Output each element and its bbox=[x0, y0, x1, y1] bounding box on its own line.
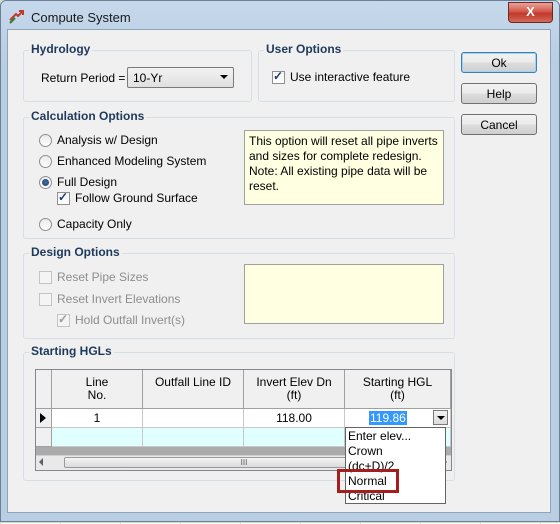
hold-outfall-label: Hold Outfall Invert(s) bbox=[75, 313, 186, 327]
design-options-title: Design Options bbox=[29, 245, 122, 259]
starting-hgls-title: Starting HGLs bbox=[29, 344, 114, 358]
col-header-starting-hgl[interactable]: Starting HGL (ft) bbox=[345, 370, 451, 409]
window-title: Compute System bbox=[31, 10, 131, 25]
new-row-cell[interactable] bbox=[244, 428, 345, 447]
chevron-down-icon bbox=[220, 75, 228, 79]
reset-pipe-label: Reset Pipe Sizes bbox=[57, 270, 149, 284]
design-note-empty bbox=[244, 264, 444, 324]
full-design-label: Full Design bbox=[57, 175, 118, 189]
hydrology-title: Hydrology bbox=[29, 42, 93, 56]
ok-button[interactable]: Ok bbox=[461, 52, 537, 73]
grid-corner bbox=[36, 370, 52, 409]
cell-line-no[interactable]: 1 bbox=[52, 409, 143, 428]
radio-capacity-only[interactable] bbox=[39, 218, 52, 231]
follow-ground-checkbox[interactable] bbox=[57, 190, 70, 205]
app-icon bbox=[9, 10, 24, 24]
capacity-only-label: Capacity Only bbox=[57, 217, 132, 231]
dropdown-item-crown[interactable]: Crown bbox=[348, 444, 383, 458]
interactive-label: Use interactive feature bbox=[290, 70, 411, 84]
cell-starting-hgl[interactable]: 119.86 bbox=[345, 409, 451, 428]
reset-invert-label: Reset Invert Elevations bbox=[57, 292, 181, 306]
enhanced-modeling-label: Enhanced Modeling System bbox=[57, 154, 207, 168]
col-header-outfall-id[interactable]: Outfall Line ID bbox=[143, 370, 244, 409]
radio-full-design[interactable] bbox=[39, 176, 52, 189]
design-options-group: Design Options Reset Pipe Sizes Reset In… bbox=[23, 245, 455, 339]
row-header[interactable] bbox=[36, 409, 52, 428]
radio-enhanced-modeling[interactable] bbox=[39, 155, 52, 168]
hgl-value-selected[interactable]: 119.86 bbox=[369, 411, 407, 425]
hydrology-group: Hydrology Return Period = 10-Yr bbox=[23, 42, 252, 102]
current-row-arrow-icon bbox=[40, 413, 46, 423]
highlight-annotation bbox=[337, 469, 399, 493]
interactive-checkbox[interactable] bbox=[272, 69, 285, 84]
calculation-note: This option will reset all pipe inverts … bbox=[244, 130, 444, 205]
hgl-dropdown-button[interactable] bbox=[433, 410, 448, 425]
cell-outfall-id[interactable] bbox=[143, 409, 244, 428]
analysis-design-label: Analysis w/ Design bbox=[57, 133, 158, 147]
scroll-left-icon[interactable] bbox=[39, 458, 43, 466]
col-header-invert[interactable]: Invert Elev Dn (ft) bbox=[244, 370, 345, 409]
radio-analysis-design[interactable] bbox=[39, 134, 52, 147]
calculation-options-title: Calculation Options bbox=[29, 109, 147, 123]
user-options-group: User Options Use interactive feature bbox=[258, 42, 455, 102]
reset-pipe-checkbox[interactable] bbox=[39, 271, 52, 284]
calculation-options-group: Calculation Options Analysis w/ Design E… bbox=[23, 109, 455, 239]
close-button[interactable]: X bbox=[508, 2, 553, 23]
cell-invert[interactable]: 118.00 bbox=[244, 409, 345, 428]
hold-outfall-checkbox[interactable] bbox=[57, 312, 70, 327]
help-button[interactable]: Help bbox=[461, 83, 537, 104]
col-header-line-no[interactable]: Line No. bbox=[52, 370, 143, 409]
chevron-down-icon bbox=[437, 416, 445, 420]
return-period-value: 10-Yr bbox=[133, 71, 163, 85]
new-row-cell[interactable] bbox=[143, 428, 244, 447]
new-row-header[interactable] bbox=[36, 428, 52, 447]
reset-invert-checkbox[interactable] bbox=[39, 293, 52, 306]
new-row-cell[interactable] bbox=[52, 428, 143, 447]
return-period-label: Return Period = bbox=[41, 71, 126, 85]
dropdown-item-enter-elev[interactable]: Enter elev... bbox=[348, 429, 411, 443]
cancel-button[interactable]: Cancel bbox=[461, 114, 537, 135]
user-options-title: User Options bbox=[264, 42, 344, 56]
follow-ground-label: Follow Ground Surface bbox=[75, 191, 198, 205]
return-period-select[interactable]: 10-Yr bbox=[127, 67, 234, 88]
title-bar[interactable]: Compute System X bbox=[1, 1, 559, 31]
